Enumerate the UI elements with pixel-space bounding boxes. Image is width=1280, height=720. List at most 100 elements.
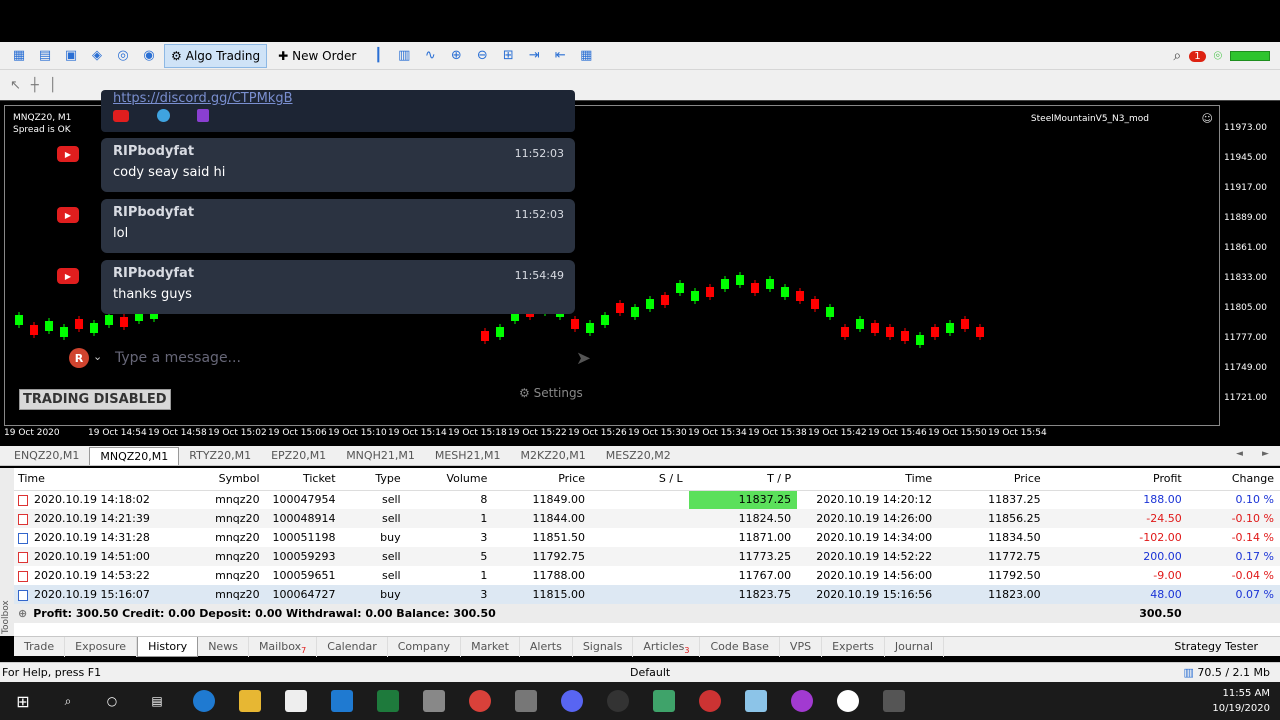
line-chart-icon[interactable]: ∿ <box>419 45 441 67</box>
mail-icon[interactable] <box>331 690 353 712</box>
task-view-icon[interactable]: ▤ <box>146 690 168 712</box>
toolbox-tab-history[interactable]: History <box>137 636 199 657</box>
table-row[interactable]: 2020.10.19 14:18:02 mnqz20 100047954 sell 8 1… <box>14 490 1280 509</box>
status-profile[interactable]: Default <box>630 666 670 679</box>
table-row[interactable]: 2020.10.19 14:51:00 mnqz20 100059293 sell 5 1… <box>14 547 1280 566</box>
chart-tab[interactable]: RTYZ20,M1 <box>179 447 261 465</box>
chevron-down-icon[interactable]: ⌄ <box>93 350 102 363</box>
chat-settings-button[interactable]: ⚙ Settings <box>519 386 583 400</box>
toolbox-tab-journal[interactable]: Journal <box>885 636 944 657</box>
tabs-scroll-right-icon[interactable]: ► <box>1262 449 1269 459</box>
new-order-button[interactable]: ✚ New Order <box>271 44 363 68</box>
algo-trading-button[interactable]: ⚙ Algo Trading <box>164 43 268 68</box>
notification-badge[interactable]: 1 <box>1189 50 1206 62</box>
strategy-tester-button[interactable]: Strategy Tester <box>1174 637 1258 657</box>
app-icon[interactable] <box>745 690 767 712</box>
discord-link[interactable]: https://discord.gg/CTPMkgB <box>113 91 293 106</box>
table-row[interactable]: 2020.10.19 14:53:22 mnqz20 100059651 sell 1 1… <box>14 566 1280 585</box>
signal-icon[interactable]: ◉ <box>138 45 160 67</box>
toolbox-tab-experts[interactable]: Experts <box>822 636 885 657</box>
chart-tab[interactable]: MNQH21,M1 <box>336 447 425 465</box>
column-header[interactable]: Price <box>938 468 1047 491</box>
taskbar-clock[interactable]: 11:55 AM 10/19/2020 <box>1212 686 1270 716</box>
crosshair-icon[interactable]: ┼ <box>31 78 39 93</box>
app-icon[interactable] <box>515 690 537 712</box>
column-header[interactable]: S / L <box>591 468 689 491</box>
send-icon[interactable]: ➤ <box>576 348 591 369</box>
table-row[interactable]: 2020.10.19 15:16:07 mnqz20 100064727 buy 3 11… <box>14 585 1280 604</box>
mql5-icon[interactable]: ⌾ <box>1214 48 1222 64</box>
profiles-icon[interactable]: ▤ <box>34 45 56 67</box>
search-icon[interactable]: ⌕ <box>57 690 79 712</box>
navigator-icon[interactable]: ◈ <box>86 45 108 67</box>
search-icon[interactable]: ⌕ <box>1173 48 1181 64</box>
autoscroll-icon[interactable]: ⇥ <box>523 45 545 67</box>
excel-icon[interactable] <box>377 690 399 712</box>
chart-tab[interactable]: MNQZ20,M1 <box>89 446 180 465</box>
templates-icon[interactable]: ▦ <box>575 45 597 67</box>
candle-body <box>871 323 879 333</box>
table-row[interactable]: 2020.10.19 14:31:28 mnqz20 100051198 buy 3 11… <box>14 528 1280 547</box>
app-icon[interactable] <box>791 690 813 712</box>
bar-chart-icon[interactable]: ┃ <box>367 45 389 67</box>
column-header[interactable]: Symbol <box>167 468 266 491</box>
toolbox-tab-code-base[interactable]: Code Base <box>700 636 780 657</box>
cortana-icon[interactable]: ○ <box>101 690 123 712</box>
toolbox-tab-articles[interactable]: Articles3 <box>633 636 701 657</box>
chart-plot-area[interactable]: MNQZ20, M1 Spread is OK SteelMountainV5_… <box>4 90 1220 426</box>
app-icon[interactable] <box>423 690 445 712</box>
toolbox-tab-trade[interactable]: Trade <box>14 636 66 657</box>
column-header[interactable]: T / P <box>688 468 798 491</box>
column-header[interactable]: Time <box>14 468 168 491</box>
column-header[interactable]: Change <box>1187 468 1280 491</box>
metatrader-icon[interactable] <box>653 690 675 712</box>
toolbox-tab-signals[interactable]: Signals <box>573 636 634 657</box>
cursor-icon[interactable]: ↖ <box>10 78 21 93</box>
file-explorer-icon[interactable] <box>239 690 261 712</box>
toolbox-tab-mailbox[interactable]: Mailbox7 <box>249 636 318 657</box>
edge-icon[interactable] <box>193 690 215 712</box>
column-header[interactable]: Price <box>493 468 592 491</box>
market-watch-icon[interactable]: ▣ <box>60 45 82 67</box>
chart-tab[interactable]: MESH21,M1 <box>425 447 511 465</box>
table-row[interactable]: 2020.10.19 14:21:39 mnqz20 100048914 sell 1 1… <box>14 509 1280 528</box>
discord-icon[interactable] <box>561 690 583 712</box>
column-header[interactable]: Ticket <box>265 468 342 491</box>
column-header[interactable]: Volume <box>406 468 494 491</box>
zoom-out-icon[interactable]: ⊖ <box>471 45 493 67</box>
data-window-icon[interactable]: ◎ <box>112 45 134 67</box>
toolbox-label[interactable]: Toolbox <box>1 600 15 634</box>
column-header[interactable]: Profit <box>1046 468 1188 491</box>
avatar[interactable]: R <box>69 348 89 368</box>
column-header[interactable]: Time <box>797 468 939 491</box>
zoom-in-icon[interactable]: ⊕ <box>445 45 467 67</box>
toolbox-tab-vps[interactable]: VPS <box>780 636 823 657</box>
chrome-icon[interactable] <box>469 690 491 712</box>
start-icon[interactable]: ⊞ <box>12 690 34 712</box>
vertical-line-icon[interactable]: │ <box>49 78 57 93</box>
chart-tab[interactable]: ENQZ20,M1 <box>4 447 89 465</box>
toolbox-tab-market[interactable]: Market <box>461 636 520 657</box>
tile-windows-icon[interactable]: ⊞ <box>497 45 519 67</box>
chart-tab[interactable]: EPZ20,M1 <box>261 447 336 465</box>
chat-input[interactable]: R ⌄ Type a message... ➤ <box>69 344 591 372</box>
candle-chart-icon[interactable]: ▥ <box>393 45 415 67</box>
toolbox-tab-alerts[interactable]: Alerts <box>520 636 573 657</box>
toolbox-tab-news[interactable]: News <box>198 636 249 657</box>
obs-icon[interactable] <box>607 690 629 712</box>
chat-input-placeholder[interactable]: Type a message... <box>115 350 241 366</box>
new-chart-icon[interactable]: ▦ <box>8 45 30 67</box>
toolbox-tab-company[interactable]: Company <box>388 636 462 657</box>
toolbox-tab-exposure[interactable]: Exposure <box>65 636 138 657</box>
chart-shift-icon[interactable]: ⇤ <box>549 45 571 67</box>
store-icon[interactable] <box>285 690 307 712</box>
column-header[interactable]: Type <box>341 468 407 491</box>
toolbox-tab-calendar[interactable]: Calendar <box>317 636 388 657</box>
chart-tab[interactable]: MESZ20,M2 <box>596 447 681 465</box>
app-icon[interactable] <box>837 690 859 712</box>
chart-window[interactable]: MNQZ20, M1 Spread is OK SteelMountainV5_… <box>0 90 1280 445</box>
chart-tab[interactable]: M2KZ20,M1 <box>511 447 596 465</box>
app-icon[interactable] <box>699 690 721 712</box>
tabs-scroll-left-icon[interactable]: ◄ <box>1236 449 1243 459</box>
calculator-icon[interactable] <box>883 690 905 712</box>
